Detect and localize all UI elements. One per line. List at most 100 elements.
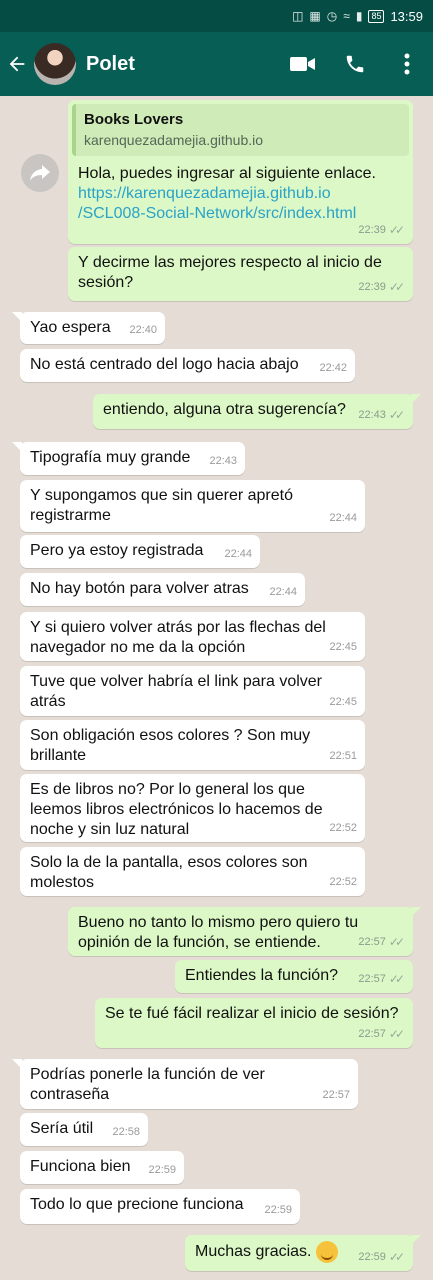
- message-time: 22:39: [358, 224, 386, 236]
- message-meta: 22:52: [329, 818, 357, 838]
- message-meta: 22:51: [329, 746, 357, 766]
- message-bubble[interactable]: Tuve que volver habría el link para volv…: [20, 666, 365, 716]
- message-time: 22:59: [148, 1164, 176, 1176]
- message-bubble[interactable]: Son obligación esos colores ? Son muy br…: [20, 720, 365, 770]
- message-bubble[interactable]: Tipografía muy grande 22:43: [12, 442, 245, 475]
- signal-icon: ▮: [355, 9, 363, 23]
- voice-call-button[interactable]: [329, 53, 381, 75]
- message-bubble[interactable]: Sería útil 22:58: [20, 1113, 148, 1146]
- message-text: No hay botón para volver atras: [30, 580, 249, 597]
- message-meta: 22:40: [129, 320, 157, 340]
- message-bubble[interactable]: Se te fué fácil realizar el inicio de se…: [95, 998, 413, 1048]
- message-text: Tipografía muy grande: [30, 449, 191, 466]
- message-time: 22:52: [329, 822, 357, 834]
- message-bubble[interactable]: entiendo, alguna otra sugerencía? 22:43 ✓…: [93, 394, 421, 429]
- message-text: Son obligación esos colores ? Son muy br…: [30, 727, 311, 764]
- message-time: 22:45: [329, 641, 357, 653]
- read-ticks-icon: ✓✓: [388, 408, 405, 422]
- message-text-content: Muchas gracias.: [195, 1243, 312, 1261]
- read-ticks-icon: ✓✓: [388, 972, 405, 986]
- message-meta: 22:59: [148, 1160, 176, 1180]
- more-options-button[interactable]: [381, 53, 433, 75]
- message-time: 22:39: [358, 281, 386, 293]
- message-meta: 22:39 ✓✓: [358, 277, 405, 297]
- message-time: 22:52: [329, 876, 357, 888]
- message-text: Todo lo que precione funciona: [30, 1196, 244, 1213]
- read-ticks-icon: ✓✓: [388, 935, 405, 949]
- message-time: 22:59: [264, 1204, 292, 1216]
- alarm-icon: ◷: [326, 9, 338, 23]
- message-time: 22:57: [322, 1089, 350, 1101]
- message-bubble[interactable]: Muchas gracias. 22:59 ✓✓: [185, 1235, 421, 1271]
- message-meta: 22:44: [329, 508, 357, 528]
- forward-icon: [30, 165, 50, 181]
- contact-name[interactable]: Polet: [86, 53, 277, 76]
- video-call-button[interactable]: [277, 55, 329, 73]
- read-ticks-icon: ✓✓: [388, 1250, 405, 1264]
- phone-icon: [346, 55, 364, 73]
- message-time: 22:43: [358, 409, 386, 421]
- message-time: 22:45: [329, 696, 357, 708]
- message-bubble[interactable]: Podrías ponerle la función de ver contra…: [12, 1059, 358, 1109]
- message-meta: 22:43 ✓✓: [358, 405, 405, 425]
- message-text: Pero ya estoy registrada: [30, 542, 204, 559]
- message-bubble[interactable]: Yao espera 22:40: [12, 312, 165, 344]
- message-meta: 22:45: [329, 637, 357, 657]
- message-text: Se te fué fácil realizar el inicio de se…: [105, 1005, 399, 1022]
- message-text: Y si quiero volver atrás por las flechas…: [30, 619, 326, 656]
- message-bubble[interactable]: No hay botón para volver atras 22:44: [20, 573, 305, 606]
- back-button[interactable]: [0, 53, 34, 75]
- message-bubble[interactable]: Solo la de la pantalla, esos colores son…: [20, 847, 365, 896]
- chat-header: Polet: [0, 32, 433, 96]
- read-ticks-icon: ✓✓: [388, 1027, 405, 1041]
- message-bubble[interactable]: Funciona bien 22:59: [20, 1151, 184, 1184]
- message-bubble[interactable]: Y decirme las mejores respecto al inicio…: [68, 247, 413, 301]
- wifi-icon: ≈: [343, 9, 350, 23]
- more-vertical-icon: [404, 53, 410, 75]
- link-preview[interactable]: Books Lovers karenquezadamejia.github.io: [72, 104, 409, 156]
- message-text: Solo la de la pantalla, esos colores son…: [30, 854, 308, 891]
- headset-icon: ◫: [292, 9, 304, 23]
- video-camera-icon: [290, 57, 315, 71]
- link-preview-title: Books Lovers: [84, 111, 184, 128]
- message-meta: 22:57 ✓✓: [358, 1024, 405, 1044]
- message-meta: 22:57: [322, 1085, 350, 1105]
- message-time: 22:44: [224, 548, 252, 560]
- message-time: 22:57: [358, 973, 386, 985]
- message-time: 22:59: [358, 1251, 386, 1263]
- message-bubble[interactable]: Pero ya estoy registrada 22:44: [20, 535, 260, 568]
- message-text: Y supongamos que sin querer apretó regis…: [30, 487, 293, 524]
- message-meta: 22:57 ✓✓: [358, 932, 405, 952]
- message-text: No está centrado del logo hacia abajo: [30, 356, 299, 373]
- message-time: 22:44: [329, 512, 357, 524]
- message-text: Bueno no tanto lo mismo pero quiero tu o…: [78, 914, 359, 951]
- message-time: 22:57: [358, 936, 386, 948]
- message-bubble[interactable]: Y supongamos que sin querer apretó regis…: [20, 480, 365, 532]
- read-ticks-icon: ✓✓: [388, 280, 405, 294]
- message-bubble[interactable]: Y si quiero volver atrás por las flechas…: [20, 612, 365, 661]
- message-text: Podrías ponerle la función de ver contra…: [30, 1066, 270, 1103]
- avatar[interactable]: [34, 43, 76, 85]
- message-bubble[interactable]: Es de libros no? Por lo general los que …: [20, 774, 365, 842]
- message-bubble[interactable]: Entiendes la función? 22:57 ✓✓: [175, 960, 413, 993]
- message-bubble[interactable]: No está centrado del logo hacia abajo 22…: [20, 349, 355, 382]
- message-meta: 22:52: [329, 872, 357, 892]
- read-ticks-icon: ✓✓: [388, 223, 405, 237]
- message-time: 22:44: [269, 586, 297, 598]
- message-text: Es de libros no? Por lo general los que …: [30, 781, 323, 838]
- message-bubble[interactable]: Todo lo que precione funciona 22:59: [20, 1189, 300, 1224]
- message-text: Tuve que volver habría el link para volv…: [30, 673, 322, 710]
- message-list[interactable]: Books Lovers karenquezadamejia.github.io…: [0, 96, 433, 1280]
- message-meta: 22:58: [112, 1122, 140, 1142]
- message-bubble[interactable]: Bueno no tanto lo mismo pero quiero tu o…: [68, 907, 421, 956]
- forward-button[interactable]: [21, 154, 59, 192]
- message-bubble[interactable]: Books Lovers karenquezadamejia.github.io…: [68, 100, 413, 244]
- back-arrow-icon: [9, 56, 25, 72]
- link-preview-domain: karenquezadamejia.github.io: [84, 132, 264, 148]
- message-time: 22:58: [112, 1126, 140, 1138]
- smiling-face-icon: [315, 1241, 338, 1263]
- message-time: 22:43: [209, 455, 237, 467]
- message-meta: 22:43: [209, 451, 237, 471]
- message-time: 22:42: [319, 362, 347, 374]
- message-link[interactable]: https://karenquezadamejia.github.io /SCL…: [78, 184, 403, 224]
